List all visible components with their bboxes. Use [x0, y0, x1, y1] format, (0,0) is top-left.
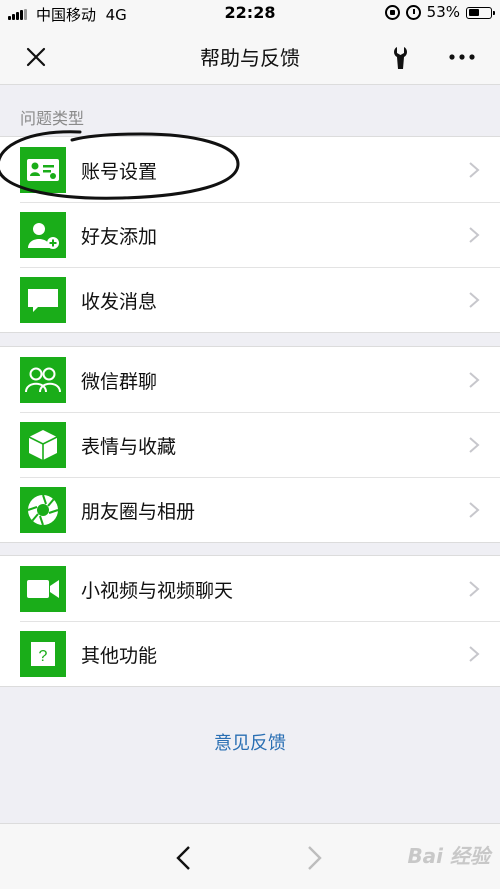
battery-percent: 53% — [426, 3, 460, 21]
menu-item-label: 小视频与视频聊天 — [81, 580, 234, 602]
tools-button[interactable] — [388, 41, 418, 73]
menu-item-add-friends[interactable]: 好友添加 — [0, 202, 500, 267]
menu-item-label: 朋友圈与相册 — [81, 501, 196, 523]
more-button[interactable] — [444, 41, 480, 73]
menu-item-account-settings[interactable]: 账号设置 — [0, 137, 500, 202]
chevron-right-icon — [469, 502, 480, 518]
menu-item-label: 微信群聊 — [81, 371, 158, 393]
question-group-2: 微信群聊 表情与收藏 朋友圈与相册 — [0, 346, 500, 543]
chevron-right-icon — [469, 646, 480, 662]
alarm-icon — [405, 4, 421, 20]
status-bar: 中国移动 4G 22:28 53% — [0, 0, 500, 28]
status-right: 53% — [384, 3, 495, 21]
account-card-icon — [20, 147, 66, 193]
chevron-right-icon — [469, 581, 480, 597]
menu-item-moments-album[interactable]: 朋友圈与相册 — [0, 477, 500, 542]
menu-item-label: 收发消息 — [81, 291, 158, 313]
menu-item-messages[interactable]: 收发消息 — [0, 267, 500, 332]
sticker-box-icon — [20, 422, 66, 468]
back-button[interactable] — [170, 842, 198, 874]
rotation-lock-icon — [384, 4, 400, 20]
question-group-3: 小视频与视频聊天 ? 其他功能 — [0, 555, 500, 687]
menu-item-label: 账号设置 — [81, 161, 158, 183]
forward-button[interactable] — [300, 842, 328, 874]
chevron-right-icon — [469, 372, 480, 388]
menu-item-label: 好友添加 — [81, 226, 158, 248]
menu-item-stickers-favorites[interactable]: 表情与收藏 — [0, 412, 500, 477]
chevron-right-icon — [469, 227, 480, 243]
menu-item-label: 表情与收藏 — [81, 436, 177, 458]
page-title: 帮助与反馈 — [200, 46, 300, 70]
chevron-right-icon — [469, 437, 480, 453]
menu-item-video-chat[interactable]: 小视频与视频聊天 — [0, 556, 500, 621]
wrench-icon — [394, 47, 407, 69]
bottom-toolbar: Bai 经验 — [0, 823, 500, 889]
menu-item-other-features[interactable]: ? 其他功能 — [0, 621, 500, 686]
question-group-1: 账号设置 好友添加 收发消息 — [0, 136, 500, 333]
add-friend-icon — [20, 212, 66, 258]
feedback-link[interactable]: 意见反馈 — [0, 729, 500, 755]
menu-item-label: 其他功能 — [81, 645, 158, 667]
moments-aperture-icon — [20, 487, 66, 533]
back-arrow-icon — [176, 846, 190, 870]
chevron-right-icon — [469, 162, 480, 178]
section-label: 问题类型 — [20, 109, 85, 128]
group-chat-icon — [20, 357, 66, 403]
video-camera-icon — [20, 566, 66, 612]
message-icon — [20, 277, 66, 323]
svg-text:?: ? — [39, 648, 48, 665]
nav-bar: 帮助与反馈 — [0, 28, 500, 85]
battery-icon — [466, 6, 495, 19]
question-icon: ? — [20, 631, 66, 677]
chevron-right-icon — [469, 292, 480, 308]
watermark-logo: Bai 经验 — [407, 844, 490, 868]
menu-item-group-chat[interactable]: 微信群聊 — [0, 347, 500, 412]
more-icon — [449, 54, 475, 60]
forward-arrow-icon — [308, 846, 322, 870]
